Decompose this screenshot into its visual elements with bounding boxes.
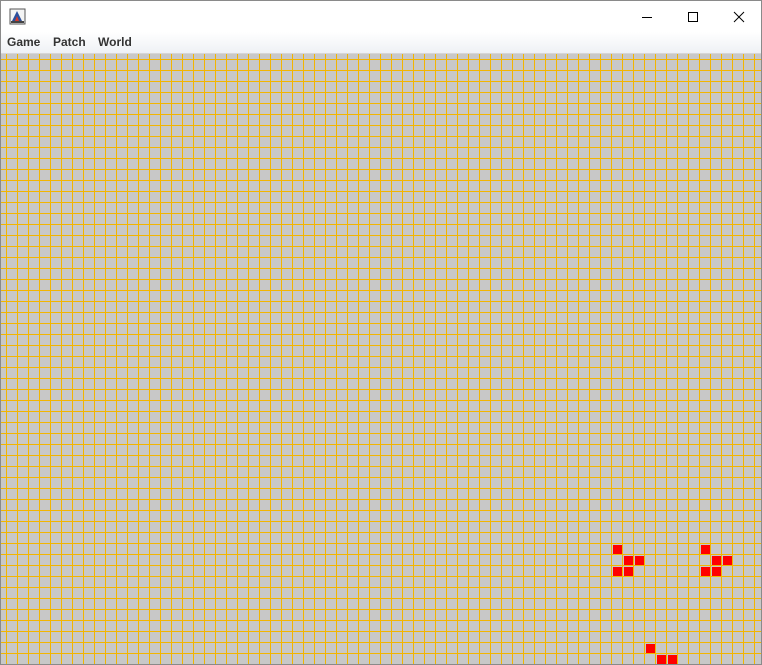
- live-cell[interactable]: [712, 556, 721, 565]
- menu-game[interactable]: Game: [7, 35, 40, 50]
- maximize-icon: [688, 11, 698, 22]
- live-cell[interactable]: [657, 655, 666, 664]
- live-cell[interactable]: [624, 556, 633, 565]
- title-bar[interactable]: [1, 1, 761, 32]
- live-cell[interactable]: [668, 655, 677, 664]
- close-button[interactable]: [716, 1, 761, 32]
- menu-patch[interactable]: Patch: [53, 35, 86, 50]
- live-cell[interactable]: [613, 567, 622, 576]
- java-app-icon: [9, 8, 26, 25]
- world-grid[interactable]: [1, 54, 761, 664]
- maximize-button[interactable]: [670, 1, 716, 32]
- close-icon: [733, 11, 745, 22]
- menu-world[interactable]: World: [98, 35, 132, 50]
- live-cell[interactable]: [635, 556, 644, 565]
- live-cell[interactable]: [624, 567, 633, 576]
- live-cell[interactable]: [646, 644, 655, 653]
- live-cell[interactable]: [723, 556, 732, 565]
- minimize-button[interactable]: [624, 1, 670, 32]
- app-window: Game Patch World: [0, 0, 762, 665]
- live-cell[interactable]: [701, 567, 710, 576]
- live-cell[interactable]: [701, 545, 710, 554]
- minimize-icon: [642, 16, 652, 18]
- world-canvas[interactable]: [1, 54, 761, 664]
- live-cell[interactable]: [712, 567, 721, 576]
- live-cell[interactable]: [613, 545, 622, 554]
- menu-bar: Game Patch World: [1, 32, 761, 54]
